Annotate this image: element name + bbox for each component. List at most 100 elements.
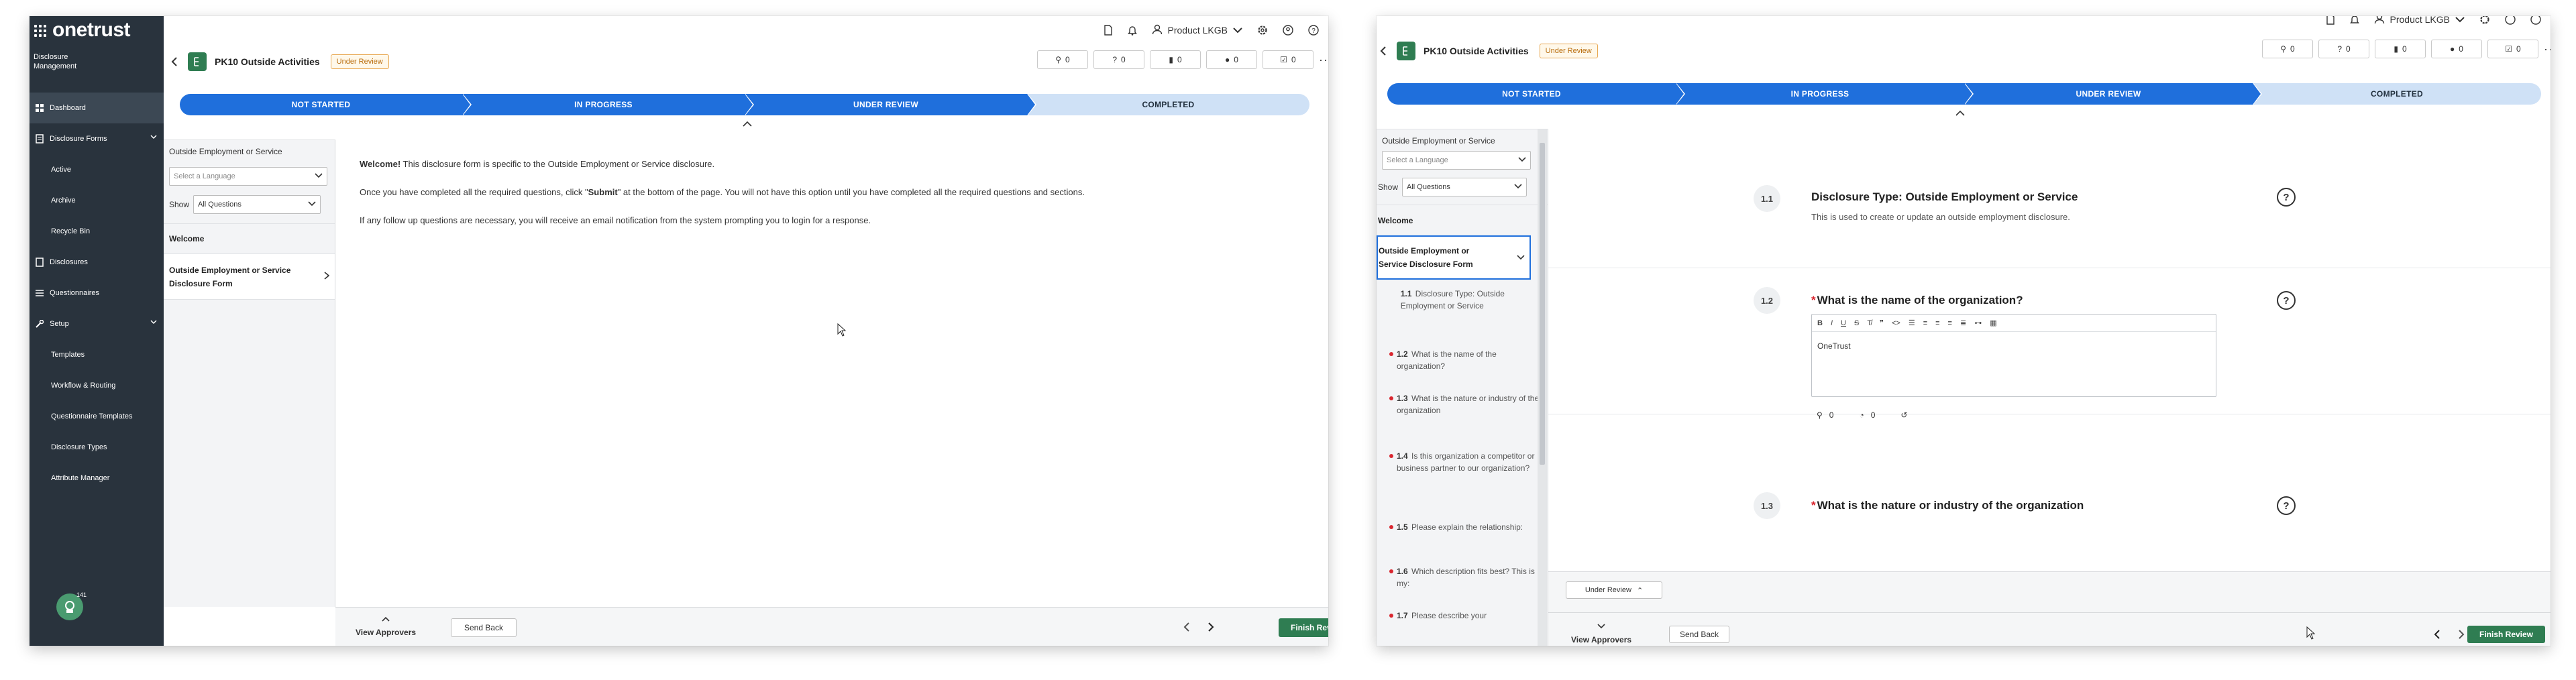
collapse-stepper-icon[interactable] <box>1953 108 1967 117</box>
settings-icon[interactable] <box>2479 16 2490 25</box>
question-link-1-4[interactable]: 1.4 Is this organization a competitor or… <box>1377 450 1548 521</box>
underline-icon[interactable]: U <box>1841 319 1846 327</box>
sidebar-item-setup[interactable]: Setup <box>30 308 164 339</box>
rich-text-editor[interactable]: B I U S T̸ ❞ <> ☰ ≡ ≡ ≡ ≣ ⊶ ▦ OneTrust <box>1811 314 2216 397</box>
align-left-icon[interactable]: ≡ <box>1923 319 1927 327</box>
question-link-1-1[interactable]: 1.1 Disclosure Type: Outside Employment … <box>1377 288 1548 348</box>
align-center-icon[interactable]: ≡ <box>1935 319 1939 327</box>
code-icon[interactable]: <> <box>1892 319 1900 327</box>
section-disclosure-form[interactable]: Outside Employment or Service Disclosure… <box>1377 235 1531 280</box>
sidebar-item-disclosure-types[interactable]: Disclosure Types <box>30 432 164 463</box>
sidebar-item-archive[interactable]: Archive <box>30 185 164 216</box>
stage-completed: COMPLETED <box>2253 83 2541 105</box>
bell-icon[interactable] <box>2349 16 2359 25</box>
sidebar-item-questionnaires[interactable]: Questionnaires <box>30 278 164 308</box>
list-icon[interactable]: ☰ <box>1909 319 1915 327</box>
align-right-icon[interactable]: ≡ <box>1948 319 1952 327</box>
attachments-counter[interactable]: ⚲ 0 <box>1037 50 1088 69</box>
tasks-counter[interactable]: ☑ 0 <box>2487 40 2538 58</box>
sidebar-item-templates[interactable]: Templates <box>30 339 164 370</box>
chevron-right-icon[interactable] <box>2458 630 2465 642</box>
status-pill[interactable]: Under Review ⌃ <box>1566 581 1662 599</box>
help-icon[interactable]: ? <box>1308 25 1319 36</box>
help-icon[interactable]: ? <box>2277 188 2296 207</box>
paperclip-icon: ⚲ <box>1055 55 1062 64</box>
question-link-1-2[interactable]: 1.2 What is the name of the organization… <box>1377 348 1548 392</box>
help-icon[interactable]: ? <box>2277 291 2296 310</box>
questions-counter[interactable]: ? 0 <box>2318 40 2369 58</box>
strikethrough-icon[interactable]: S <box>1854 319 1859 327</box>
show-filter-select[interactable]: All Questions <box>193 195 321 214</box>
sidebar-item-disclosure-forms[interactable]: Disclosure Forms <box>30 123 164 154</box>
comments-counter[interactable]: ● 0 <box>1206 50 1257 69</box>
section-welcome[interactable]: Welcome <box>164 223 335 254</box>
show-filter: Show All Questions <box>1378 178 1548 196</box>
account-icon[interactable] <box>2505 16 2516 25</box>
editor-content[interactable]: OneTrust <box>1812 332 2216 360</box>
form-title: Outside Employment or Service <box>1382 136 1495 146</box>
question-link-1-5[interactable]: 1.5 Please explain the relationship: <box>1377 521 1548 565</box>
org-switcher[interactable]: Product LKGB <box>1152 24 1243 37</box>
section-welcome[interactable]: Welcome <box>1377 205 1548 235</box>
settings-icon[interactable] <box>1257 25 1268 36</box>
finish-review-button[interactable]: Finish Review <box>2467 626 2545 643</box>
module-name: Disclosure Management <box>34 53 77 70</box>
notes-counter[interactable]: ▮ 0 <box>2375 40 2426 58</box>
link-icon[interactable]: ⊶ <box>1974 319 1982 327</box>
sidebar-item-workflow-routing[interactable]: Workflow & Routing <box>30 370 164 401</box>
chevron-left-icon[interactable] <box>2434 630 2440 642</box>
sidebar-item-disclosures[interactable]: Disclosures <box>30 247 164 278</box>
view-approvers-button[interactable]: View Approvers <box>1571 622 1631 644</box>
chevron-left-icon[interactable] <box>1183 622 1190 635</box>
question-link-1-3[interactable]: 1.3 What is the nature or industry of th… <box>1377 392 1548 450</box>
bell-icon[interactable] <box>1127 25 1137 36</box>
sidebar-item-dashboard[interactable]: Dashboard <box>30 93 164 123</box>
top-bar: Product LKGB <box>2326 16 2551 34</box>
show-filter-select[interactable]: All Questions <box>1402 178 1527 196</box>
back-arrow-icon[interactable] <box>168 55 181 68</box>
org-switcher[interactable]: Product LKGB <box>2374 16 2465 26</box>
help-icon[interactable] <box>2530 16 2541 25</box>
sidebar-item-recycle-bin[interactable]: Recycle Bin <box>30 216 164 247</box>
section-navigator: Outside Employment or Service Select a L… <box>164 139 335 607</box>
help-icon[interactable]: ? <box>2277 496 2296 515</box>
question-card-1-1: 1.1 Disclosure Type: Outside Employment … <box>1548 129 2551 268</box>
questions-counter[interactable]: ? 0 <box>1093 50 1144 69</box>
table-icon[interactable]: ▦ <box>1990 319 1996 327</box>
navigator-scrollbar[interactable] <box>1538 129 1547 646</box>
italic-icon[interactable]: I <box>1831 319 1833 327</box>
chevron-down-icon <box>1233 25 1242 36</box>
sidebar-item-active[interactable]: Active <box>30 154 164 185</box>
question-link-1-6[interactable]: 1.6 Which description fits best? This is… <box>1377 565 1548 610</box>
justify-icon[interactable]: ≣ <box>1960 319 1966 327</box>
sidebar-item-questionnaire-templates[interactable]: Questionnaire Templates <box>30 401 164 432</box>
finish-review-button[interactable]: Finish Review <box>1279 618 1328 637</box>
section-disclosure-form[interactable]: Outside Employment or Service Disclosure… <box>164 254 335 300</box>
view-approvers-button[interactable]: View Approvers <box>356 614 416 637</box>
language-select[interactable]: Select a Language <box>1382 151 1531 170</box>
send-back-button[interactable]: Send Back <box>451 618 517 637</box>
collapse-stepper-icon[interactable] <box>741 119 754 128</box>
back-arrow-icon[interactable] <box>1377 44 1390 58</box>
notes-counter[interactable]: ▮ 0 <box>1150 50 1201 69</box>
send-back-button[interactable]: Send Back <box>1669 626 1729 643</box>
more-options-icon[interactable]: ··· <box>1319 53 1328 67</box>
more-options-icon[interactable]: ··· <box>2544 42 2551 56</box>
file-icon[interactable] <box>2326 16 2335 25</box>
tasks-counter[interactable]: ☑ 0 <box>1263 50 1313 69</box>
attachments-counter[interactable]: ⚲ 0 <box>2262 40 2313 58</box>
quote-icon[interactable]: ❞ <box>1880 319 1884 327</box>
chevron-down-icon <box>1514 183 1522 191</box>
bold-icon[interactable]: B <box>1817 319 1823 327</box>
account-icon[interactable] <box>1283 25 1293 36</box>
language-select[interactable]: Select a Language <box>169 167 327 186</box>
file-icon[interactable] <box>1104 25 1113 36</box>
user-icon <box>2374 16 2385 26</box>
chevron-right-icon[interactable] <box>1208 622 1214 635</box>
sidebar-item-attribute-manager[interactable]: Attribute Manager <box>30 463 164 494</box>
app-launcher-icon[interactable] <box>34 24 46 37</box>
question-link-1-7[interactable]: 1.7 Please describe your <box>1377 610 1548 630</box>
followup-paragraph: If any follow up questions are necessary… <box>360 215 871 225</box>
comments-counter[interactable]: ● 0 <box>2431 40 2482 58</box>
clear-format-icon[interactable]: T̸ <box>1867 319 1872 327</box>
